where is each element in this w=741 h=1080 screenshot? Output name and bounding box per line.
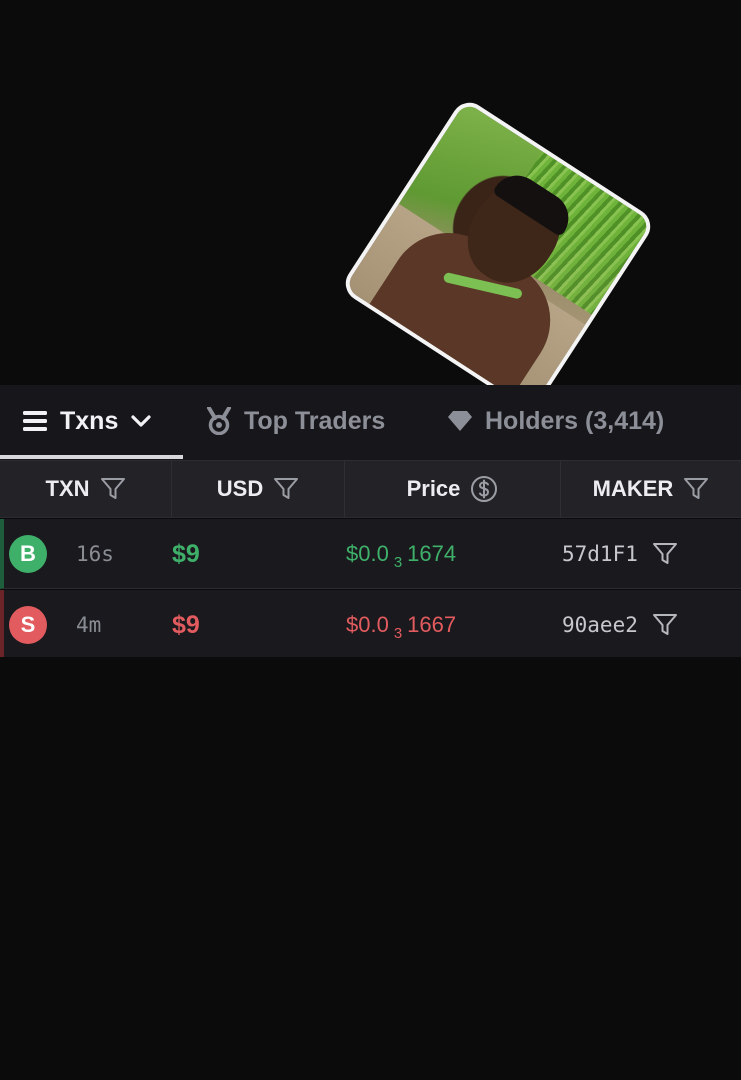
tab-bar: Txns Top Traders Holders (3,414): [0, 385, 741, 460]
tab-top-traders-label: Top Traders: [244, 406, 386, 435]
column-txn[interactable]: TXN: [0, 461, 172, 517]
tab-holders-label: Holders (3,414): [485, 406, 665, 435]
filter-icon[interactable]: [652, 542, 678, 566]
maker-address[interactable]: 90aee2: [562, 613, 638, 637]
txn-price: $0.0 3 1667: [346, 590, 456, 660]
list-icon: [22, 409, 48, 433]
column-usd-label: USD: [216, 476, 264, 501]
column-price-label: Price: [406, 476, 461, 501]
txn-usd-value: $9: [172, 540, 200, 568]
maker-cell[interactable]: 90aee2: [562, 590, 678, 660]
filter-icon[interactable]: [683, 477, 709, 501]
dollar-circle-icon[interactable]: [470, 475, 498, 503]
price-prefix: $0.0: [346, 541, 389, 566]
maker-address[interactable]: 57d1F1: [562, 542, 638, 566]
column-txn-label: TXN: [45, 476, 90, 501]
buy-badge: B: [9, 535, 47, 573]
tab-txns-label: Txns: [60, 406, 119, 435]
txn-price: $0.0 3 1674: [346, 519, 456, 589]
table-row[interactable]: S 4m $9 $0.0 3 1667 90aee2: [0, 590, 741, 657]
sell-badge: S: [9, 606, 47, 644]
txn-usd-value: $9: [172, 611, 200, 639]
column-usd[interactable]: USD: [172, 461, 345, 517]
filter-icon[interactable]: [652, 613, 678, 637]
tab-top-traders[interactable]: Top Traders: [206, 385, 385, 457]
token-sticker-image: [338, 95, 658, 415]
price-digits: 1674: [407, 541, 457, 566]
txn-age: 4m: [76, 613, 102, 637]
chevron-down-icon[interactable]: [130, 413, 152, 429]
active-tab-indicator: [0, 455, 183, 459]
filter-icon[interactable]: [100, 477, 126, 501]
table-row[interactable]: B 16s $9 $0.0 3 1674 57d1F1: [0, 519, 741, 589]
table-header: TXN USD Price MAKER: [0, 460, 741, 518]
column-maker[interactable]: MAKER: [561, 461, 741, 517]
price-zero-count: 3: [393, 554, 403, 571]
maker-cell[interactable]: 57d1F1: [562, 519, 678, 589]
column-price[interactable]: Price: [345, 461, 561, 517]
filter-icon[interactable]: [273, 477, 299, 501]
medal-icon: [206, 407, 232, 435]
price-zero-count: 3: [393, 625, 403, 642]
tab-holders[interactable]: Holders (3,414): [447, 385, 664, 457]
price-prefix: $0.0: [346, 612, 389, 637]
diamond-icon: [447, 410, 473, 432]
txn-age: 16s: [76, 542, 114, 566]
tab-txns[interactable]: Txns: [22, 385, 152, 457]
price-digits: 1667: [407, 612, 457, 637]
column-maker-label: MAKER: [592, 476, 674, 501]
